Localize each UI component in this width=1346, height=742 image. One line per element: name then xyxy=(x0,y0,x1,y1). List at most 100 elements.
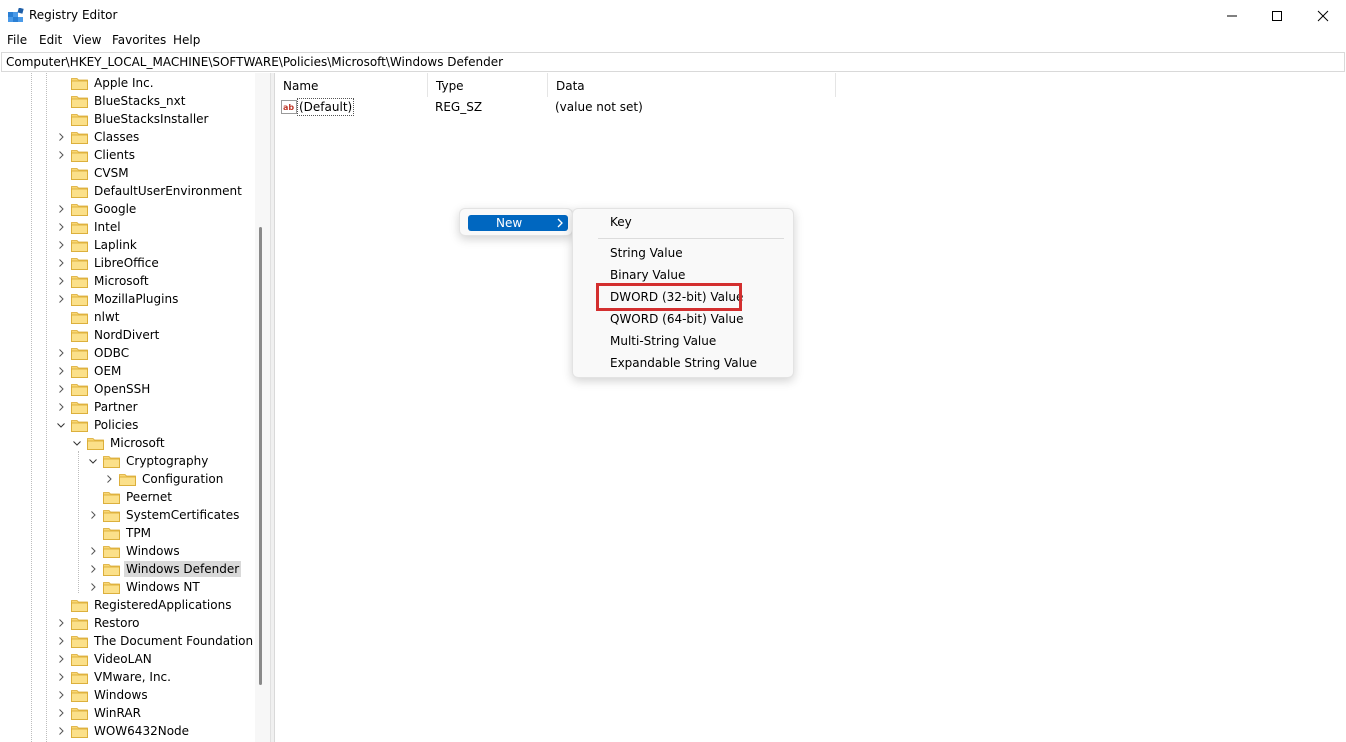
folder-icon xyxy=(71,257,88,270)
tree-item[interactable]: Windows NT xyxy=(87,578,202,596)
tree-item[interactable]: Windows xyxy=(87,542,182,560)
tree-item[interactable]: Google xyxy=(55,200,138,218)
tree-scrollbar[interactable] xyxy=(255,73,270,742)
chevron-right-icon[interactable] xyxy=(87,581,99,593)
tree-item[interactable]: LibreOffice xyxy=(55,254,161,272)
minimize-button[interactable] xyxy=(1209,0,1255,31)
chevron-right-icon[interactable] xyxy=(55,221,67,233)
tree-item[interactable]: Cryptography xyxy=(87,452,210,470)
menu-file[interactable]: File xyxy=(7,33,27,47)
chevron-right-icon[interactable] xyxy=(55,725,67,737)
tree-item[interactable]: nlwt xyxy=(55,308,121,326)
tree-item[interactable]: Windows Defender xyxy=(87,560,242,578)
tree-item[interactable]: CVSM xyxy=(55,164,131,182)
tree-item[interactable]: Intel xyxy=(55,218,123,236)
menu-edit[interactable]: Edit xyxy=(39,33,62,47)
tree-item[interactable]: Peernet xyxy=(87,488,174,506)
tree-item[interactable]: WOW6432Node xyxy=(55,722,191,740)
tree-item[interactable]: RegisteredApplications xyxy=(55,596,233,614)
chevron-right-icon[interactable] xyxy=(55,383,67,395)
tree-item-label: BlueStacks_nxt xyxy=(94,94,186,108)
tree-item[interactable]: Restoro xyxy=(55,614,142,632)
tree-item-label: Laplink xyxy=(94,238,137,252)
chevron-down-icon[interactable] xyxy=(87,455,99,467)
submenu-key[interactable]: Key xyxy=(610,215,632,229)
chevron-right-icon[interactable] xyxy=(55,203,67,215)
folder-icon xyxy=(71,419,88,432)
chevron-right-icon[interactable] xyxy=(55,365,67,377)
chevron-right-icon[interactable] xyxy=(87,563,99,575)
menu-favorites[interactable]: Favorites xyxy=(112,33,166,47)
tree-item[interactable]: Windows xyxy=(55,686,150,704)
chevron-right-icon[interactable] xyxy=(103,473,115,485)
tree-item-label: Windows Defender xyxy=(124,561,242,577)
tree-item[interactable]: Policies xyxy=(55,416,140,434)
tree-item[interactable]: OEM xyxy=(55,362,123,380)
column-header-data[interactable]: Data xyxy=(548,73,836,97)
tree-item[interactable]: Laplink xyxy=(55,236,139,254)
chevron-down-icon[interactable] xyxy=(55,419,67,431)
tree-item[interactable]: SystemCertificates xyxy=(87,506,241,524)
value-row[interactable]: ab (Default) REG_SZ (value not set) xyxy=(275,98,1075,117)
address-bar[interactable]: Computer\HKEY_LOCAL_MACHINE\SOFTWARE\Pol… xyxy=(1,52,1345,72)
chevron-right-icon[interactable] xyxy=(87,545,99,557)
chevron-right-icon[interactable] xyxy=(55,275,67,287)
tree-item[interactable]: Classes xyxy=(55,128,141,146)
tree-item[interactable]: VideoLAN xyxy=(55,650,154,668)
submenu-binary-value[interactable]: Binary Value xyxy=(610,268,685,282)
tree-item[interactable]: Configuration xyxy=(103,470,225,488)
new-menu-item[interactable]: New xyxy=(468,215,568,231)
submenu-multi-string-value[interactable]: Multi-String Value xyxy=(610,334,716,348)
tree-item[interactable]: Clients xyxy=(55,146,137,164)
chevron-right-icon[interactable] xyxy=(55,149,67,161)
chevron-right-icon[interactable] xyxy=(55,707,67,719)
tree-item[interactable]: Apple Inc. xyxy=(55,74,156,92)
tree-item[interactable]: Partner xyxy=(55,398,140,416)
close-button[interactable] xyxy=(1300,0,1346,31)
tree-item[interactable]: The Document Foundation xyxy=(55,632,255,650)
key-tree-pane[interactable]: Apple Inc. BlueStacks_nxt BlueStacksInstal… xyxy=(1,73,271,742)
chevron-right-icon[interactable] xyxy=(55,131,67,143)
folder-icon xyxy=(71,167,88,180)
chevron-right-icon[interactable] xyxy=(55,401,67,413)
tree-item[interactable]: VMware, Inc. xyxy=(55,668,173,686)
submenu-string-value[interactable]: String Value xyxy=(610,246,683,260)
chevron-right-icon[interactable] xyxy=(55,635,67,647)
column-header-type[interactable]: Type xyxy=(428,73,548,97)
tree-item[interactable]: ODBC xyxy=(55,344,131,362)
tree-item[interactable]: WinRAR xyxy=(55,704,143,722)
chevron-right-icon[interactable] xyxy=(55,257,67,269)
maximize-button[interactable] xyxy=(1254,0,1300,31)
chevron-right-icon[interactable] xyxy=(55,671,67,683)
tree-item[interactable]: BlueStacks_nxt xyxy=(55,92,187,110)
tree-item[interactable]: MozillaPlugins xyxy=(55,290,180,308)
folder-icon xyxy=(71,221,88,234)
values-list-pane[interactable]: Name Type Data ab (Default) REG_SZ (valu… xyxy=(274,73,1345,742)
tree-item-label: CVSM xyxy=(94,166,129,180)
column-header-name[interactable]: Name xyxy=(275,73,428,97)
chevron-right-icon[interactable] xyxy=(55,293,67,305)
chevron-right-icon[interactable] xyxy=(87,509,99,521)
chevron-right-icon[interactable] xyxy=(55,239,67,251)
chevron-down-icon[interactable] xyxy=(71,437,83,449)
menu-help[interactable]: Help xyxy=(173,33,200,47)
submenu-expandable-string-value[interactable]: Expandable String Value xyxy=(610,356,757,370)
chevron-right-icon[interactable] xyxy=(55,653,67,665)
tree-item[interactable]: BlueStacksInstaller xyxy=(55,110,210,128)
menu-view[interactable]: View xyxy=(73,33,101,47)
tree-item[interactable]: OpenSSH xyxy=(55,380,152,398)
tree-item-label: Classes xyxy=(94,130,140,144)
chevron-right-icon[interactable] xyxy=(55,689,67,701)
submenu-qword-value[interactable]: QWORD (64-bit) Value xyxy=(610,312,744,326)
tree-item[interactable]: Microsoft xyxy=(71,434,167,452)
tree-scrollbar-thumb[interactable] xyxy=(259,227,262,685)
tree-item[interactable]: NordDivert xyxy=(55,326,161,344)
tree-item[interactable]: TPM xyxy=(87,524,153,542)
tree-item[interactable]: DefaultUserEnvironment xyxy=(55,182,244,200)
chevron-right-icon[interactable] xyxy=(55,347,67,359)
chevron-right-icon[interactable] xyxy=(55,617,67,629)
tree-item[interactable]: Microsoft xyxy=(55,272,151,290)
